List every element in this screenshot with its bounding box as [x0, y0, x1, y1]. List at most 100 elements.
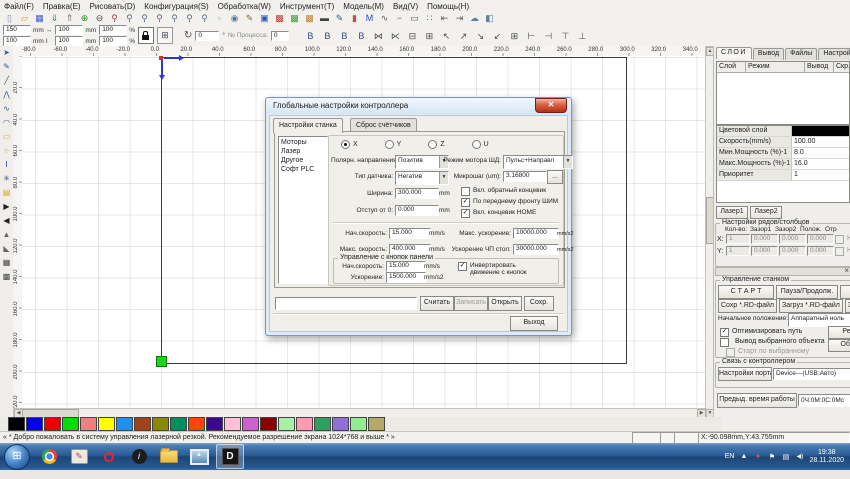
scale-y-input[interactable]: 100 [99, 36, 127, 46]
edit-pen-icon[interactable]: ✎ [242, 11, 257, 25]
property-row[interactable]: Скорость(mm/s) 100.00 [717, 137, 849, 148]
preview-icon[interactable]: ▩ [302, 11, 317, 25]
action-center-flag-icon[interactable]: ⚑ [767, 452, 776, 461]
size-x-input[interactable]: 100 [55, 25, 83, 35]
panel-acceleration-input[interactable]: 1500.000 [386, 272, 426, 283]
weld-icon[interactable]: ⋈ [370, 29, 387, 43]
process-number-input[interactable]: 0 [271, 31, 289, 41]
trace-frame-button[interactable]: Обвод [828, 339, 850, 352]
tab-machine-settings[interactable]: Настройки станка [273, 118, 343, 133]
menu-item[interactable]: Помощь(H) [427, 2, 469, 11]
curve-wave-icon[interactable]: ∿ [377, 11, 392, 25]
text-tool-icon[interactable]: I [0, 158, 13, 172]
color-swatch[interactable] [44, 417, 61, 431]
text-style-3-icon[interactable]: В [336, 29, 353, 43]
size-y-input[interactable]: 100 [55, 36, 83, 46]
panel-tab[interactable]: Вывод [753, 48, 784, 60]
app-icon[interactable]: i [126, 445, 152, 468]
output-icon[interactable]: ▩ [287, 11, 302, 25]
fill-tool-icon[interactable]: ▦ [0, 256, 13, 270]
color-swatch[interactable] [278, 417, 295, 431]
start-button-icon[interactable]: ⊞ [4, 444, 30, 470]
color-swatch[interactable] [206, 417, 223, 431]
category-list[interactable]: МоторыЛазерДругоеСофт PLC [278, 136, 328, 284]
camera-icon[interactable]: ▬ [317, 11, 332, 25]
color-swatch[interactable] [98, 417, 115, 431]
draw-tool-icon[interactable]: ✎ [332, 11, 347, 25]
panel-start-speed-input[interactable]: 15.000 [386, 261, 426, 272]
taskbar-clock[interactable]: 19:38 28.11.2020 [809, 449, 844, 465]
browser-icon[interactable] [36, 445, 62, 468]
mirror-checkbox[interactable]: Н [835, 235, 850, 244]
lock-aspect-icon[interactable] [138, 27, 154, 44]
rotate-icon[interactable]: ↻ [184, 30, 192, 41]
align-bottom-icon[interactable]: ⊥ [574, 29, 591, 43]
zoom-out-view-icon[interactable]: ⚲ [137, 11, 152, 25]
machine-button[interactable]: Пауза/Продолж. [776, 285, 838, 299]
category-item[interactable]: Софт PLC [281, 165, 327, 174]
menu-item[interactable]: Модель(M) [343, 2, 384, 11]
node-array-icon[interactable]: ∷ [422, 11, 437, 25]
node-edit-tool-icon[interactable]: ✎ [0, 60, 13, 74]
count-input[interactable]: 1 [726, 234, 750, 244]
open-button[interactable]: Открыть [488, 296, 522, 311]
align-top-icon[interactable]: ⊤ [557, 29, 574, 43]
color-swatch[interactable] [332, 417, 349, 431]
view-eye-icon[interactable]: ◉ [227, 11, 242, 25]
color-swatch[interactable] [8, 417, 25, 431]
home-limit-checkbox[interactable]: Вкл. концевик HOME [461, 209, 536, 218]
color-swatch[interactable] [26, 417, 43, 431]
zoom-page-icon[interactable]: ⚲ [197, 11, 212, 25]
device-field[interactable]: Device---(USB:Авто) [773, 368, 850, 380]
menu-item[interactable]: Правка(E) [43, 2, 81, 11]
line-tool-icon[interactable]: ╱ [0, 74, 13, 88]
output-selected-checkbox[interactable]: Вывод выбранного объекта [720, 338, 825, 347]
battery-icon[interactable]: ▮ [347, 11, 362, 25]
explorer-folder-icon[interactable] [156, 445, 182, 468]
volume-icon[interactable]: ◀) [795, 452, 804, 461]
material-library-icon[interactable]: M [362, 11, 377, 25]
curve-tool-icon[interactable]: ∿ [0, 102, 13, 116]
array-tool-icon[interactable]: ▩ [0, 270, 13, 284]
select-tool-icon[interactable]: ➤ [0, 46, 13, 60]
gap1-input[interactable]: 0.000 [751, 246, 778, 256]
start-speed-input[interactable]: 15.000 [389, 228, 431, 239]
property-row[interactable]: Цветовой слой [717, 126, 849, 137]
property-row[interactable]: Приоритет 1 [717, 170, 849, 181]
zoom-in-circle-icon[interactable]: ⊕ [77, 11, 92, 25]
export-file-icon[interactable]: ⇑ [62, 11, 77, 25]
color-swatch[interactable] [80, 417, 97, 431]
open-folder-icon[interactable]: ▱ [17, 11, 32, 25]
position-input[interactable]: 0.000 [807, 246, 834, 256]
menu-item[interactable]: Обработка(W) [218, 2, 271, 11]
line-segment-icon[interactable]: − [392, 11, 407, 25]
laser-button[interactable]: Лазер2 [750, 206, 782, 219]
start-selected-checkbox[interactable]: Старт по выбранному [726, 348, 809, 357]
motor-mode-dropdown[interactable]: Пульс+Направл [503, 155, 573, 169]
language-indicator[interactable]: EN [725, 453, 735, 460]
origin-dropdown[interactable]: Аппаратный ноль [788, 313, 850, 327]
align-center-icon[interactable]: ⊞ [506, 29, 523, 43]
simulate-icon[interactable]: ▩ [272, 11, 287, 25]
play-tool-icon[interactable]: ▶ [0, 200, 13, 214]
text-style-2-icon[interactable]: В [319, 29, 336, 43]
tab-reset-counters[interactable]: Сброс счётчиков [350, 118, 417, 132]
panel-tab[interactable]: Настройки [818, 48, 850, 60]
exit-button[interactable]: Выход [510, 316, 558, 331]
ellipse-tool-icon[interactable]: ○ [0, 144, 13, 158]
close-icon[interactable]: ✕ [535, 98, 567, 113]
fit-height-icon[interactable]: ⇥ [452, 11, 467, 25]
object-height-input[interactable]: 100 [3, 36, 31, 46]
menu-item[interactable]: Файл(F) [4, 2, 34, 11]
mirror-h-tool-icon[interactable]: ◣ [0, 242, 13, 256]
zoom-selection-icon[interactable]: ⚲ [182, 11, 197, 25]
pick-area-icon[interactable]: ▫ [212, 11, 227, 25]
color-swatch[interactable] [314, 417, 331, 431]
monitor-icon[interactable]: ▣ [257, 11, 272, 25]
scale-x-input[interactable]: 100 [99, 25, 127, 35]
same-width-icon[interactable]: ⊟ [404, 29, 421, 43]
property-row[interactable]: Мин.Мощность (%)-1 8.0 [717, 148, 849, 159]
reverse-limit-checkbox[interactable]: Вкл. обратный концевик [461, 187, 546, 196]
save-button[interactable]: Сохр. [524, 296, 554, 311]
panel-tab[interactable]: Файлы [785, 48, 817, 60]
